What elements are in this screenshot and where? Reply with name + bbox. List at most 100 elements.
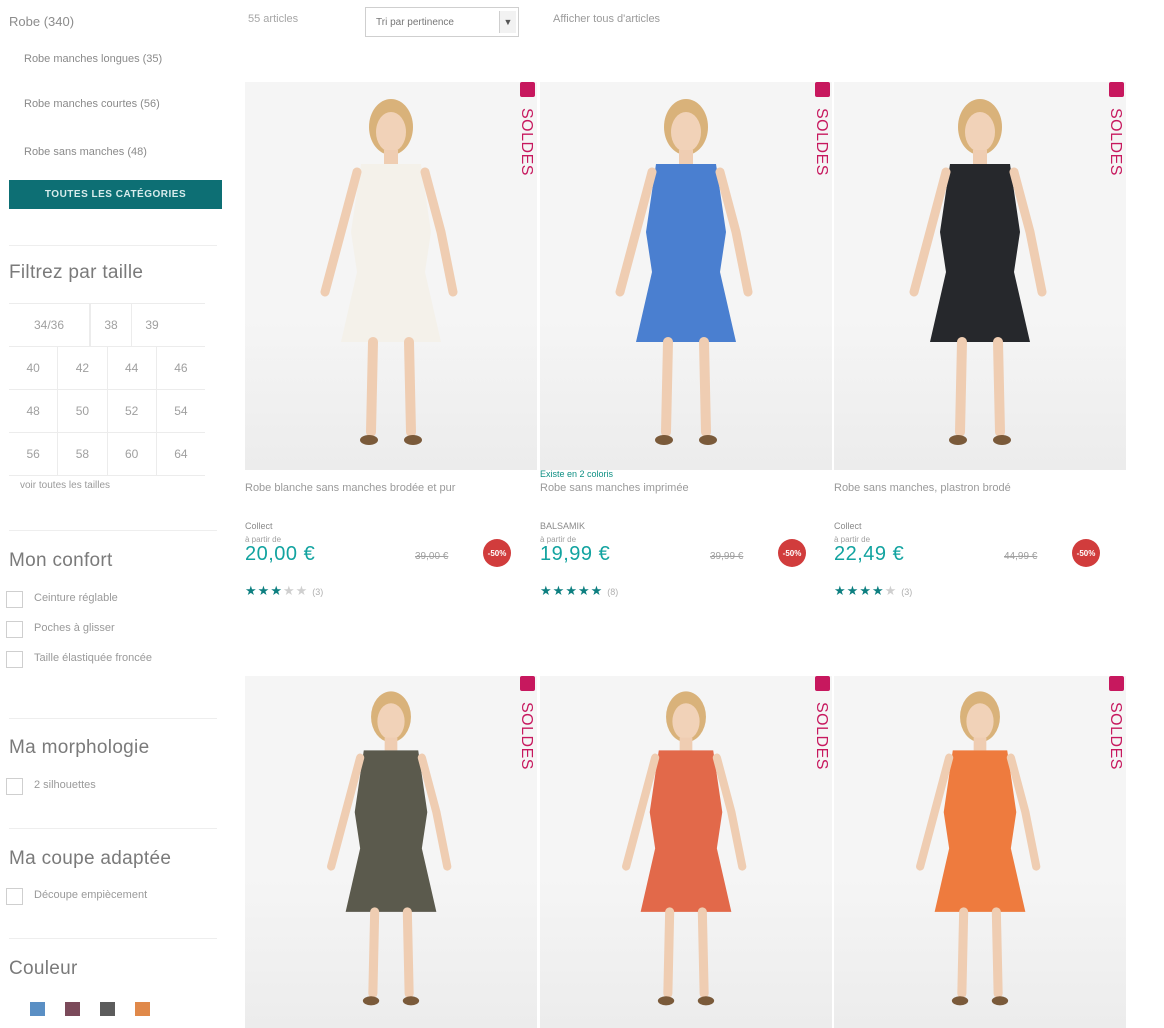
star-icon: ★ <box>552 583 566 598</box>
size-row: 40 42 44 46 <box>9 346 205 389</box>
size-option[interactable]: 58 <box>58 433 108 475</box>
color-filter-title: Couleur <box>9 958 78 979</box>
divider <box>9 245 217 246</box>
checkbox-label: Découpe empiècement <box>34 889 148 901</box>
size-row: 56 58 60 64 <box>9 432 205 476</box>
size-option[interactable]: 38 <box>90 304 132 346</box>
rating-stars[interactable]: ★★★★★ (3) <box>834 583 912 599</box>
checkbox[interactable] <box>6 621 23 638</box>
color-swatch[interactable] <box>30 1002 45 1016</box>
checkbox-label: Taille élastiquée froncée <box>34 652 153 664</box>
product-price: 20,00 € <box>245 543 316 565</box>
show-all-link[interactable]: Afficher tous d'articles <box>553 13 660 25</box>
model-photo <box>909 99 1047 445</box>
star-icon: ★ <box>565 583 578 598</box>
checkbox-label: Poches à glisser <box>34 622 115 634</box>
model-photo <box>622 691 747 1006</box>
old-price: 39,99 € <box>710 551 744 562</box>
discount-badge: -50% <box>1072 539 1100 567</box>
size-option[interactable]: 48 <box>9 390 59 432</box>
size-option[interactable]: 56 <box>9 433 59 475</box>
product-image[interactable]: SOLDES <box>540 82 832 470</box>
comfort-filter-title: Mon confort <box>9 550 113 571</box>
size-grid: 34/36 38 39 40 42 44 46 48 50 52 54 56 5… <box>9 303 205 476</box>
comfort-option[interactable]: Poches à glisser <box>6 621 115 638</box>
product-image[interactable]: SOLDES <box>834 82 1126 470</box>
fit-filter-title: Ma coupe adaptée <box>9 848 172 869</box>
divider <box>9 828 217 829</box>
color-swatch[interactable] <box>65 1002 80 1016</box>
size-option[interactable]: 50 <box>58 390 108 432</box>
size-row: 34/36 38 39 <box>9 303 205 346</box>
product-image[interactable]: SOLDES <box>834 676 1126 1028</box>
article-count: 55 articles <box>248 13 299 25</box>
star-icon: ★ <box>884 583 898 598</box>
old-price: 39,00 € <box>415 551 449 562</box>
star-icon: ★ <box>871 583 885 598</box>
size-filter-title: Filtrez par taille <box>9 262 144 283</box>
size-option[interactable]: 46 <box>157 347 205 389</box>
checkbox[interactable] <box>6 651 23 668</box>
model-photo <box>916 691 1041 1006</box>
comfort-option[interactable]: Taille élastiquée froncée <box>6 651 186 668</box>
product-name[interactable]: Robe sans manches imprimée <box>540 482 780 495</box>
size-option[interactable]: 54 <box>157 390 205 432</box>
discount-badge: -50% <box>483 539 511 567</box>
rating-stars[interactable]: ★★★★★ (3) <box>245 583 323 599</box>
sort-value: Tri par pertinence <box>376 16 454 28</box>
checkbox[interactable] <box>6 778 23 795</box>
size-option[interactable]: 44 <box>108 347 157 389</box>
model-photo <box>320 99 458 445</box>
listing-toolbar: 55 articles Tri par pertinence ▼ Affiche… <box>240 0 1164 42</box>
all-categories-button[interactable]: TOUTES LES CATÉGORIES <box>9 180 222 209</box>
product-price: 22,49 € <box>834 543 905 565</box>
checkbox[interactable] <box>6 888 23 905</box>
checkbox-label: Ceinture réglable <box>34 592 118 604</box>
subcategory-link[interactable]: Robe sans manches (48) <box>24 145 214 160</box>
see-all-sizes-link[interactable]: voir toutes les tailles <box>20 480 110 491</box>
product-brand: Collect <box>834 521 862 531</box>
size-option[interactable]: 42 <box>58 347 108 389</box>
product-brand: BALSAMIK <box>540 521 586 531</box>
fit-option[interactable]: Découpe empiècement <box>6 888 147 905</box>
subcategory-link[interactable]: Robe manches courtes (56) <box>24 97 214 112</box>
product-image[interactable]: SOLDES <box>245 82 537 470</box>
size-option[interactable]: 39 <box>132 304 172 346</box>
color-swatches <box>30 1002 150 1016</box>
size-option[interactable]: 34/36 <box>9 304 90 346</box>
comfort-option[interactable]: Ceinture réglable <box>6 591 118 608</box>
review-count: (8) <box>607 587 619 597</box>
product-name[interactable]: Robe blanche sans manches brodée et pur <box>245 482 485 495</box>
sort-select[interactable]: Tri par pertinence ▼ <box>365 7 519 37</box>
color-swatch[interactable] <box>135 1002 150 1016</box>
product-price: 19,99 € <box>540 543 611 565</box>
review-count: (3) <box>312 587 324 597</box>
checkbox[interactable] <box>6 591 23 608</box>
product-image[interactable]: SOLDES <box>540 676 832 1028</box>
rating-stars[interactable]: ★★★★★ (8) <box>540 583 618 599</box>
category-title[interactable]: Robe (340) <box>9 14 74 29</box>
size-option[interactable]: 60 <box>108 433 157 475</box>
checkbox-label: 2 silhouettes <box>34 779 96 791</box>
product-name[interactable]: Robe sans manches, plastron brodé <box>834 482 1074 495</box>
star-icon: ★ <box>257 583 271 598</box>
discount-badge: -50% <box>778 539 806 567</box>
star-icon: ★ <box>577 583 591 598</box>
size-option[interactable]: 52 <box>108 390 157 432</box>
color-swatch[interactable] <box>100 1002 115 1016</box>
morphology-option[interactable]: 2 silhouettes <box>6 778 96 795</box>
review-count: (3) <box>901 587 913 597</box>
subcategory-link[interactable]: Robe manches longues (35) <box>24 52 214 67</box>
product-image[interactable]: SOLDES <box>245 676 537 1028</box>
star-icon: ★ <box>846 583 860 598</box>
model-photo <box>615 99 753 445</box>
size-option[interactable]: 40 <box>9 347 59 389</box>
chevron-down-icon[interactable]: ▼ <box>499 11 516 33</box>
size-option[interactable]: 64 <box>157 433 205 475</box>
star-icon: ★ <box>245 583 258 598</box>
star-icon: ★ <box>859 583 872 598</box>
old-price: 44,99 € <box>1004 551 1038 562</box>
filter-sidebar: Robe (340) Robe manches longues (35) Rob… <box>0 0 232 1026</box>
star-icon: ★ <box>590 583 604 598</box>
color-variants-note: Existe en 2 coloris <box>540 469 614 479</box>
